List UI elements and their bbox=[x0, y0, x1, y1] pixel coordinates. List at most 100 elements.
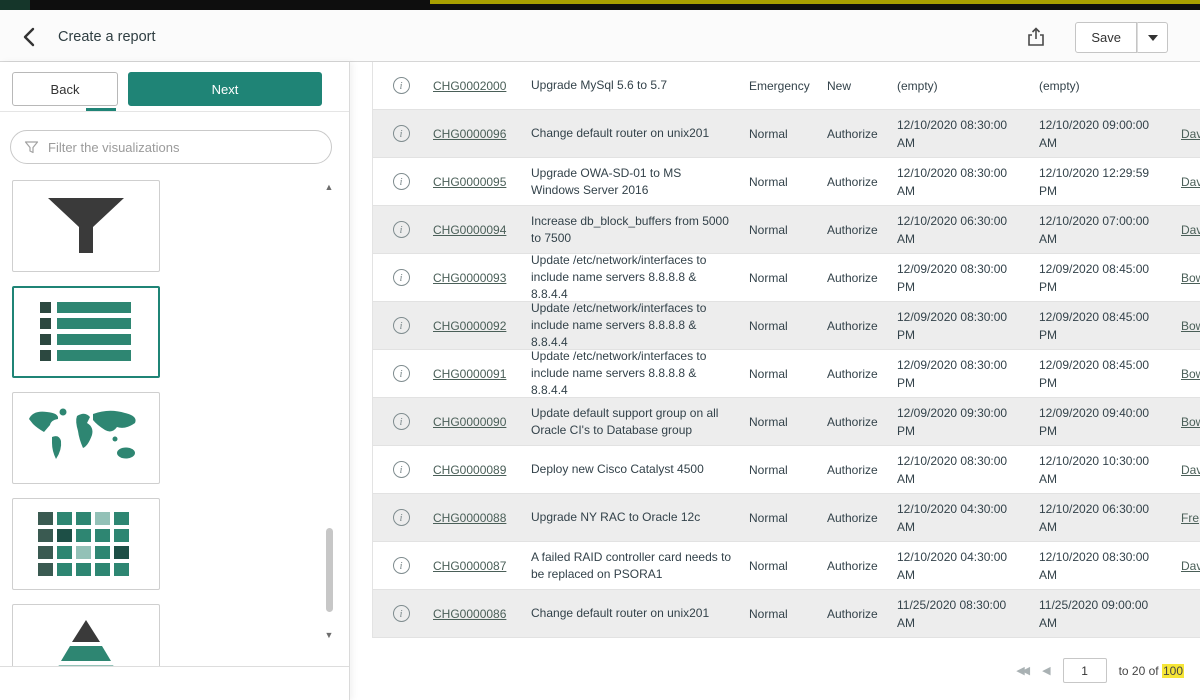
assigned-to-link[interactable]: Dav bbox=[1181, 463, 1200, 477]
row-priority: Normal bbox=[741, 175, 819, 189]
save-button[interactable]: Save bbox=[1075, 22, 1137, 53]
info-icon[interactable]: i bbox=[393, 317, 410, 334]
row-state: Authorize bbox=[819, 319, 891, 333]
filter-visualizations-input[interactable] bbox=[48, 140, 318, 155]
row-number-cell: CHG0002000 bbox=[429, 79, 523, 93]
assigned-to-link[interactable]: Bow bbox=[1181, 415, 1200, 429]
assigned-to-link[interactable]: Dav bbox=[1181, 559, 1200, 573]
row-state: New bbox=[819, 79, 891, 93]
visualization-list: ▲ ▼ bbox=[0, 180, 350, 666]
row-priority: Normal bbox=[741, 511, 819, 525]
record-number-link[interactable]: CHG0000096 bbox=[433, 127, 506, 141]
row-assigned-cell: Dav bbox=[1175, 463, 1200, 477]
record-number-link[interactable]: CHG0000088 bbox=[433, 511, 506, 525]
info-icon[interactable]: i bbox=[393, 125, 410, 142]
viz-card-heatmap[interactable] bbox=[12, 498, 160, 590]
info-icon[interactable]: i bbox=[393, 413, 410, 430]
table-row: i CHG0002000 Upgrade MySql 5.6 to 5.7Emerg… bbox=[373, 62, 1200, 110]
row-short-description: Increase db_block_buffers from 5000 to 7… bbox=[523, 213, 741, 247]
row-priority: Normal bbox=[741, 415, 819, 429]
row-info-cell: i bbox=[373, 77, 429, 94]
row-short-description: Upgrade OWA-SD-01 to MS Windows Server 2… bbox=[523, 165, 741, 199]
page-number-input[interactable] bbox=[1063, 658, 1107, 683]
scrollbar-thumb[interactable] bbox=[326, 528, 333, 612]
row-state: Authorize bbox=[819, 271, 891, 285]
share-button[interactable] bbox=[1024, 24, 1050, 50]
row-short-description: Upgrade NY RAC to Oracle 12c bbox=[523, 509, 741, 526]
info-icon[interactable]: i bbox=[393, 557, 410, 574]
row-planned-end-date: 12/09/2020 08:45:00 PM bbox=[1033, 260, 1175, 296]
assigned-to-link[interactable]: Bow bbox=[1181, 271, 1200, 285]
info-icon[interactable]: i bbox=[393, 509, 410, 526]
viz-list-scrollbar[interactable]: ▲ ▼ bbox=[322, 180, 336, 642]
record-number-link[interactable]: CHG0000093 bbox=[433, 271, 506, 285]
scroll-down-button[interactable]: ▼ bbox=[322, 628, 336, 642]
page-title: Create a report bbox=[58, 29, 156, 45]
save-split-button: Save bbox=[1075, 22, 1168, 53]
info-icon[interactable]: i bbox=[393, 605, 410, 622]
info-icon[interactable]: i bbox=[393, 221, 410, 238]
row-planned-start-date: 12/10/2020 08:30:00 AM bbox=[891, 164, 1033, 200]
row-planned-start-date: 12/10/2020 08:30:00 AM bbox=[891, 116, 1033, 152]
row-priority: Normal bbox=[741, 223, 819, 237]
record-number-link[interactable]: CHG0000091 bbox=[433, 367, 506, 381]
assigned-to-link[interactable]: Bow bbox=[1181, 319, 1200, 333]
pagination: ◀◀ ◀ to 20 of 100 bbox=[1016, 658, 1184, 683]
row-short-description: Update /etc/network/interfaces to includ… bbox=[523, 348, 741, 398]
info-icon[interactable]: i bbox=[393, 365, 410, 382]
assigned-to-link[interactable]: Dav bbox=[1181, 175, 1200, 189]
record-number-link[interactable]: CHG0000094 bbox=[433, 223, 506, 237]
info-icon[interactable]: i bbox=[393, 77, 410, 94]
viz-card-list[interactable] bbox=[12, 286, 160, 378]
row-state: Authorize bbox=[819, 511, 891, 525]
info-icon[interactable]: i bbox=[393, 173, 410, 190]
row-planned-end-date: 12/10/2020 12:29:59 PM bbox=[1033, 164, 1175, 200]
info-icon[interactable]: i bbox=[393, 269, 410, 286]
row-priority: Emergency bbox=[741, 79, 819, 93]
back-button[interactable]: Back bbox=[12, 72, 118, 106]
info-icon[interactable]: i bbox=[393, 461, 410, 478]
row-info-cell: i bbox=[373, 269, 429, 286]
header-back-button[interactable] bbox=[18, 24, 44, 50]
viz-card-world-map[interactable] bbox=[12, 392, 160, 484]
viz-card-funnel[interactable] bbox=[12, 180, 160, 272]
next-button[interactable]: Next bbox=[128, 72, 322, 106]
record-number-link[interactable]: CHG0000092 bbox=[433, 319, 506, 333]
row-assigned-cell: Fre bbox=[1175, 511, 1200, 525]
first-page-button[interactable]: ◀◀ bbox=[1016, 664, 1030, 677]
record-number-link[interactable]: CHG0002000 bbox=[433, 79, 506, 93]
record-number-link[interactable]: CHG0000090 bbox=[433, 415, 506, 429]
row-planned-start-date: 12/09/2020 08:30:00 PM bbox=[891, 260, 1033, 296]
sidebar-footer bbox=[0, 666, 349, 700]
row-state: Authorize bbox=[819, 367, 891, 381]
row-assigned-cell: Bow bbox=[1175, 367, 1200, 381]
previous-page-button[interactable]: ◀ bbox=[1042, 664, 1050, 677]
row-planned-start-date: 11/25/2020 08:30:00 AM bbox=[891, 596, 1033, 632]
row-priority: Normal bbox=[741, 607, 819, 621]
assigned-to-link[interactable]: Bow bbox=[1181, 367, 1200, 381]
row-planned-start-date: 12/09/2020 08:30:00 PM bbox=[891, 356, 1033, 392]
row-state: Authorize bbox=[819, 175, 891, 189]
assigned-to-link[interactable]: Dav bbox=[1181, 127, 1200, 141]
row-number-cell: CHG0000091 bbox=[429, 367, 523, 381]
row-assigned-cell: Bow bbox=[1175, 415, 1200, 429]
viz-card-pyramid[interactable] bbox=[12, 604, 160, 666]
row-info-cell: i bbox=[373, 365, 429, 382]
record-number-link[interactable]: CHG0000095 bbox=[433, 175, 506, 189]
row-short-description: Upgrade MySql 5.6 to 5.7 bbox=[523, 77, 741, 94]
page-range-text: to 20 of bbox=[1119, 664, 1159, 678]
record-number-link[interactable]: CHG0000089 bbox=[433, 463, 506, 477]
share-icon bbox=[1024, 25, 1050, 49]
row-priority: Normal bbox=[741, 271, 819, 285]
row-state: Authorize bbox=[819, 223, 891, 237]
top-strip bbox=[0, 0, 1200, 10]
row-priority: Normal bbox=[741, 367, 819, 381]
row-planned-start-date: 12/10/2020 04:30:00 AM bbox=[891, 500, 1033, 536]
save-dropdown-button[interactable] bbox=[1137, 22, 1168, 53]
record-number-link[interactable]: CHG0000087 bbox=[433, 559, 506, 573]
record-number-link[interactable]: CHG0000086 bbox=[433, 607, 506, 621]
scroll-up-button[interactable]: ▲ bbox=[322, 180, 336, 194]
row-short-description: Change default router on unix201 bbox=[523, 605, 741, 622]
assigned-to-link[interactable]: Fre bbox=[1181, 511, 1199, 525]
assigned-to-link[interactable]: Dav bbox=[1181, 223, 1200, 237]
